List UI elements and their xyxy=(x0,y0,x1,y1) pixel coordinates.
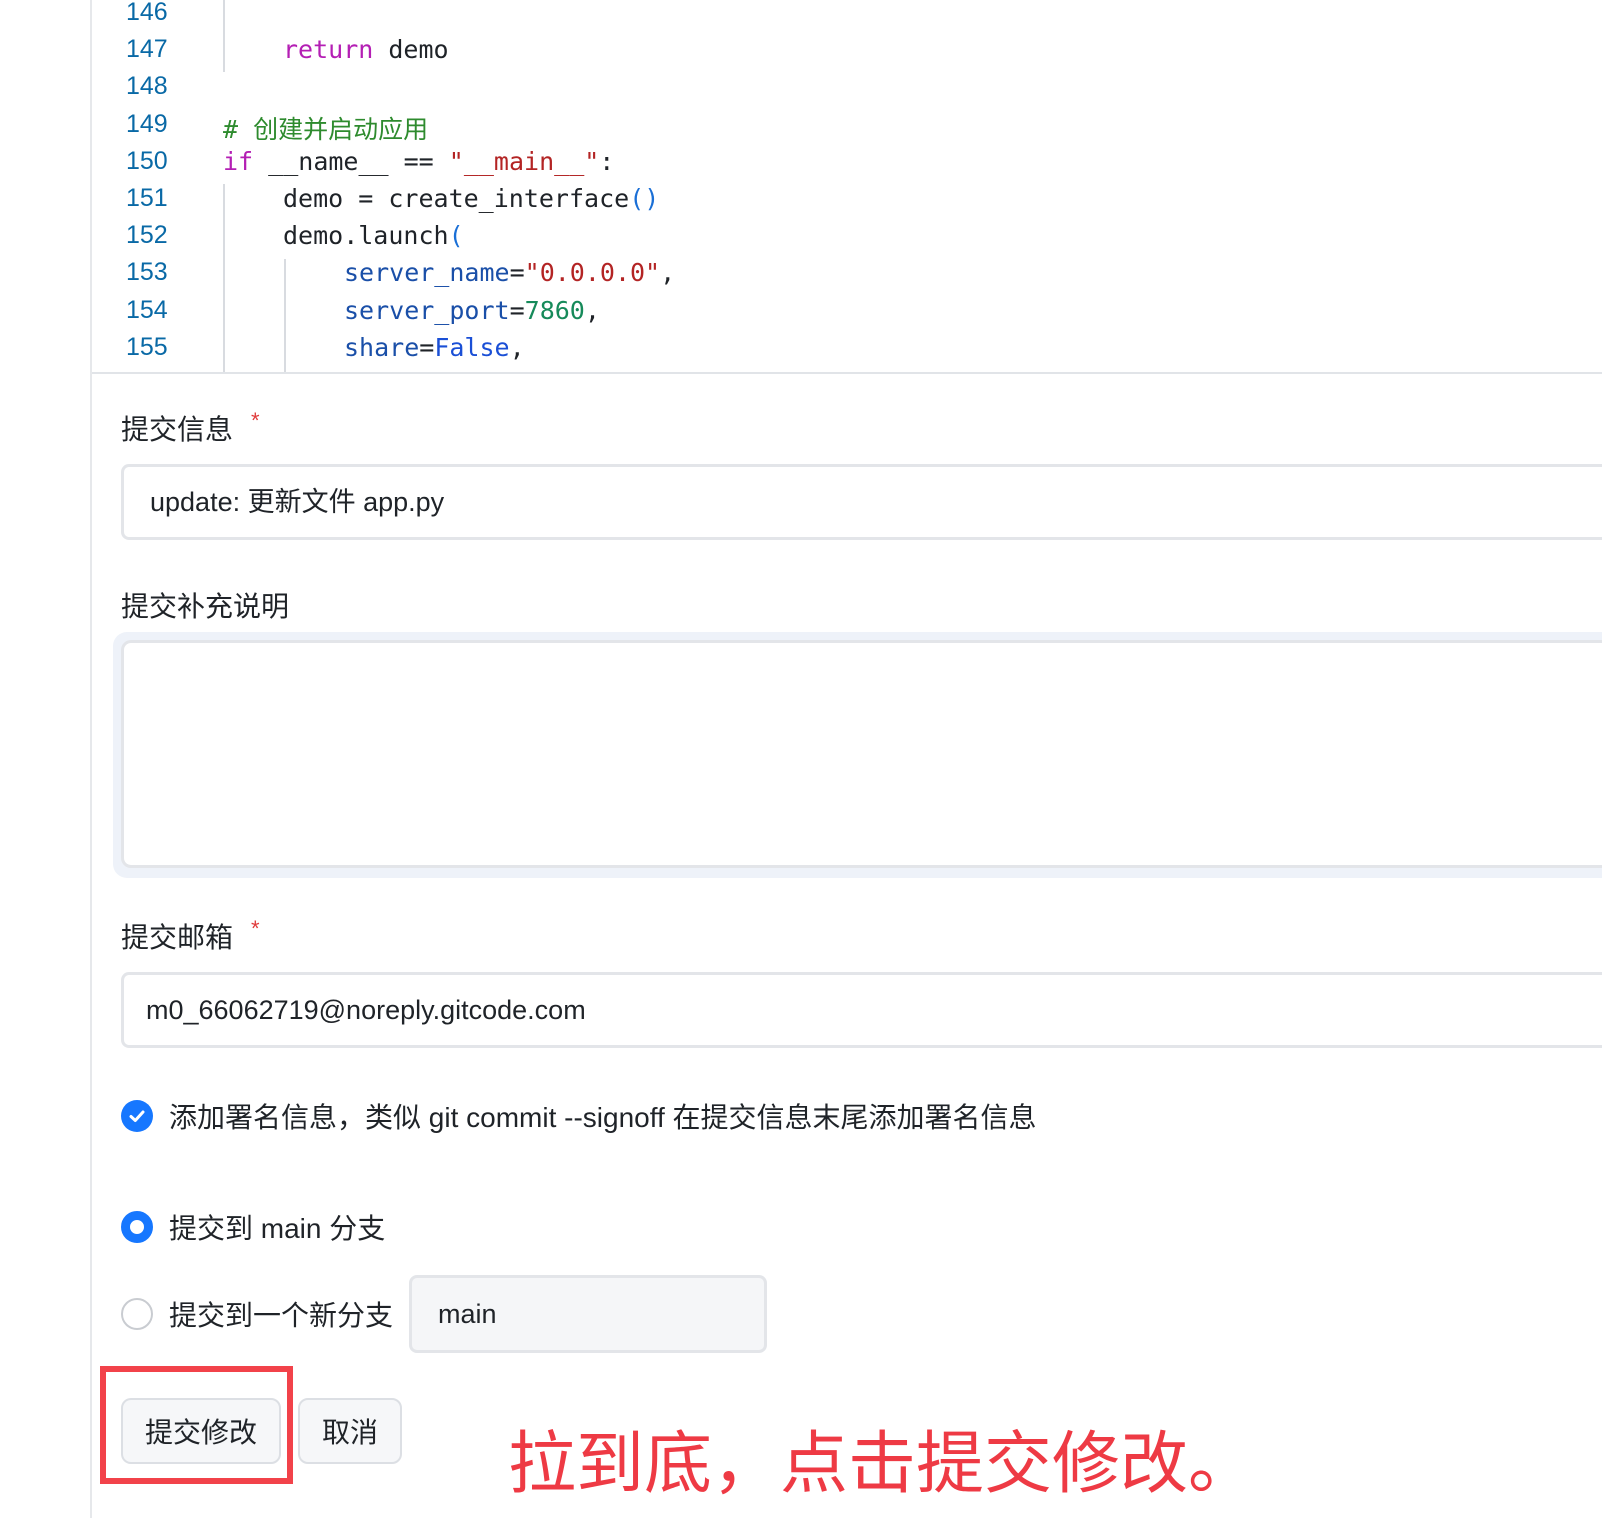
radio-option-new-branch[interactable]: 提交到一个新分支 main xyxy=(121,1275,768,1353)
code-line: 154 server_port=7860, xyxy=(92,296,1602,333)
line-number: 150 xyxy=(126,146,168,175)
commit-message-input[interactable]: update: 更新文件 app.py xyxy=(121,464,1602,540)
code-line: 153 server_name="0.0.0.0", xyxy=(92,258,1602,295)
line-number: 146 xyxy=(126,0,168,26)
signoff-option[interactable]: 添加署名信息，类似 git commit --signoff 在提交信息末尾添加… xyxy=(121,1096,1037,1136)
code-token: , xyxy=(660,258,676,288)
code-line: 146 xyxy=(92,0,1602,35)
code-line: 150 if __name__ == "__main__": xyxy=(92,147,1602,184)
code-token: () xyxy=(629,184,660,213)
code-line: 151 demo = create_interface() xyxy=(92,184,1602,221)
code-token: = xyxy=(419,332,435,362)
code-text: # 创建并启动应用 xyxy=(223,110,428,146)
code-token: 7860 xyxy=(524,295,585,325)
commit-email-label: 提交邮箱 * xyxy=(121,916,260,956)
commit-message-label-text: 提交信息 xyxy=(121,414,234,445)
commit-description-label: 提交补充说明 xyxy=(121,591,290,622)
code-token: if xyxy=(223,146,254,176)
line-number: 149 xyxy=(126,109,168,138)
code-text: demo.launch( xyxy=(283,221,464,250)
instruction-annotation: 拉到底，点击提交修改。 xyxy=(508,1425,1257,1504)
checkmark-icon xyxy=(129,1110,145,1122)
new-branch-name-input[interactable]: main xyxy=(409,1275,768,1353)
code-token: False xyxy=(434,332,510,362)
code-token: # 创建并启动应用 xyxy=(223,114,429,144)
code-text: return demo xyxy=(283,35,449,64)
radio-option-current-branch[interactable]: 提交到 main 分支 xyxy=(121,1207,385,1247)
code-token: "__main__" xyxy=(448,146,600,176)
code-line: 148 xyxy=(92,72,1602,109)
code-token: , xyxy=(509,332,525,362)
code-text: server_port=7860, xyxy=(344,296,600,325)
code-line: 147 return demo xyxy=(92,35,1602,72)
code-text: server_name="0.0.0.0", xyxy=(344,258,675,287)
code-text: if __name__ == "__main__": xyxy=(223,147,614,176)
cancel-button[interactable]: 取消 xyxy=(298,1398,402,1464)
code-token: server_port xyxy=(344,295,510,325)
line-number: 151 xyxy=(126,184,168,212)
signoff-label: 添加署名信息，类似 git commit --signoff 在提交信息末尾添加… xyxy=(169,1102,1037,1133)
radio-current-branch[interactable] xyxy=(121,1211,153,1243)
code-token: share xyxy=(344,332,420,362)
code-token: server_name xyxy=(344,258,510,288)
commit-description-textarea[interactable] xyxy=(121,640,1602,868)
code-token: demo.launch xyxy=(283,221,449,251)
radio-current-branch-label: 提交到 main 分支 xyxy=(169,1213,386,1244)
code-token: "0.0.0.0" xyxy=(524,258,661,288)
line-number: 155 xyxy=(126,332,168,361)
required-mark: * xyxy=(251,916,260,941)
code-token: = xyxy=(509,295,525,325)
code-token: , xyxy=(584,295,600,325)
commit-email-input[interactable]: m0_66062719@noreply.gitcode.com xyxy=(121,972,1602,1048)
code-token: __name__ == xyxy=(253,146,449,176)
line-number: 152 xyxy=(126,221,168,250)
line-number: 153 xyxy=(126,258,168,287)
commit-email-label-text: 提交邮箱 xyxy=(121,922,234,953)
code-line: 152 demo.launch( xyxy=(92,221,1602,258)
code-token: : xyxy=(599,146,615,176)
code-line: 155 share=False, xyxy=(92,333,1602,370)
code-text: demo = create_interface() xyxy=(283,184,659,213)
code-text: share=False, xyxy=(344,333,525,362)
code-token: ( xyxy=(448,221,464,251)
code-token: demo xyxy=(373,35,449,65)
commit-message-label: 提交信息 * xyxy=(121,408,260,448)
code-token: demo = create_interface xyxy=(283,184,630,213)
commit-description-focus-ring xyxy=(113,632,1602,878)
highlight-box xyxy=(100,1366,293,1484)
code-viewer: 146 147 return demo 148 149 # 创建并启动应用 150 if __… xyxy=(92,0,1602,374)
signoff-checkbox[interactable] xyxy=(121,1100,153,1132)
code-token: = xyxy=(509,258,525,288)
code-token: return xyxy=(283,35,374,65)
code-line: 149 # 创建并启动应用 xyxy=(92,110,1602,147)
radio-new-branch-label: 提交到一个新分支 xyxy=(169,1300,394,1331)
radio-new-branch[interactable] xyxy=(121,1298,153,1330)
required-mark: * xyxy=(251,408,260,433)
line-number: 154 xyxy=(126,295,168,324)
line-number: 147 xyxy=(126,35,168,64)
line-number: 148 xyxy=(126,72,168,101)
